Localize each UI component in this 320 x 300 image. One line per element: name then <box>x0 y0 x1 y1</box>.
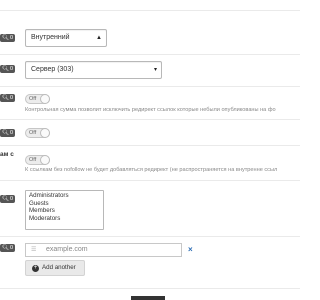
bottom-tab[interactable] <box>131 296 165 300</box>
add-another-label: Add another <box>42 264 76 271</box>
listbox-option[interactable]: Moderators <box>29 215 100 223</box>
listbox-option[interactable]: Guests <box>29 200 100 208</box>
remove-icon[interactable]: × <box>188 246 193 254</box>
zoom-badge[interactable]: 🔍︎ 0 <box>0 34 15 42</box>
zoom-badge[interactable]: 🔍︎ 0 <box>0 244 15 252</box>
toggle-knob <box>40 128 50 138</box>
listbox-option[interactable]: Members <box>29 207 100 215</box>
magnifier-icon: 🔍︎ <box>1 95 9 101</box>
row-divider <box>0 86 300 87</box>
row-divider <box>0 145 300 146</box>
chevron-down-icon: ▾ <box>153 67 157 73</box>
plus-icon: + <box>32 264 39 272</box>
toggle-state-label: Off <box>29 130 37 136</box>
redirect-code-selected: Сервер (303) <box>31 66 74 73</box>
row-divider <box>0 236 300 237</box>
nofollow-help-text: К ссылкам без nofollow не будет добавлят… <box>25 167 278 173</box>
magnifier-icon: 🔍︎ <box>1 66 9 72</box>
row-divider <box>0 119 300 120</box>
link-type-select[interactable]: Внутренний ▲︎ <box>25 29 107 47</box>
drag-handle-icon[interactable]: ☰ <box>31 244 36 256</box>
add-another-button[interactable]: + Add another <box>25 260 85 276</box>
domain-placeholder: example.com <box>46 246 88 253</box>
nofollow-toggle[interactable]: Off <box>25 155 50 165</box>
redirect-code-select[interactable]: Сервер (303) ▾ <box>25 61 162 79</box>
magnifier-icon: 🔍︎ <box>1 35 9 41</box>
top-divider <box>0 10 300 11</box>
toggle-state-label: Off <box>29 157 37 163</box>
checksum-toggle[interactable]: Off <box>25 94 50 104</box>
option-toggle[interactable]: Off <box>25 128 50 138</box>
zoom-badge[interactable]: 🔍︎ 0 <box>0 65 15 73</box>
domain-input[interactable]: ☰ example.com <box>25 243 182 257</box>
listbox-option[interactable]: Administrators <box>29 192 100 200</box>
magnifier-icon: 🔍︎ <box>1 130 9 136</box>
toggle-knob <box>40 155 50 165</box>
bottom-divider <box>0 288 300 289</box>
row-label: ам с <box>0 151 14 158</box>
checksum-help-text: Контрольная сумма позволит исключить ред… <box>25 107 276 113</box>
zoom-badge[interactable]: 🔍︎ 0 <box>0 94 15 102</box>
magnifier-icon: 🔍︎ <box>1 196 9 202</box>
toggle-knob <box>40 94 50 104</box>
toggle-state-label: Off <box>29 96 37 102</box>
zoom-badge[interactable]: 🔍︎ 0 <box>0 195 15 203</box>
row-divider <box>0 54 300 55</box>
chevron-down-icon: ▲︎ <box>96 35 102 41</box>
groups-listbox[interactable]: Administrators Guests Members Moderators <box>25 190 104 230</box>
link-type-selected: Внутренний <box>31 34 70 41</box>
row-divider <box>0 180 300 181</box>
magnifier-icon: 🔍︎ <box>1 245 9 251</box>
zoom-badge[interactable]: 🔍︎ 0 <box>0 129 15 137</box>
